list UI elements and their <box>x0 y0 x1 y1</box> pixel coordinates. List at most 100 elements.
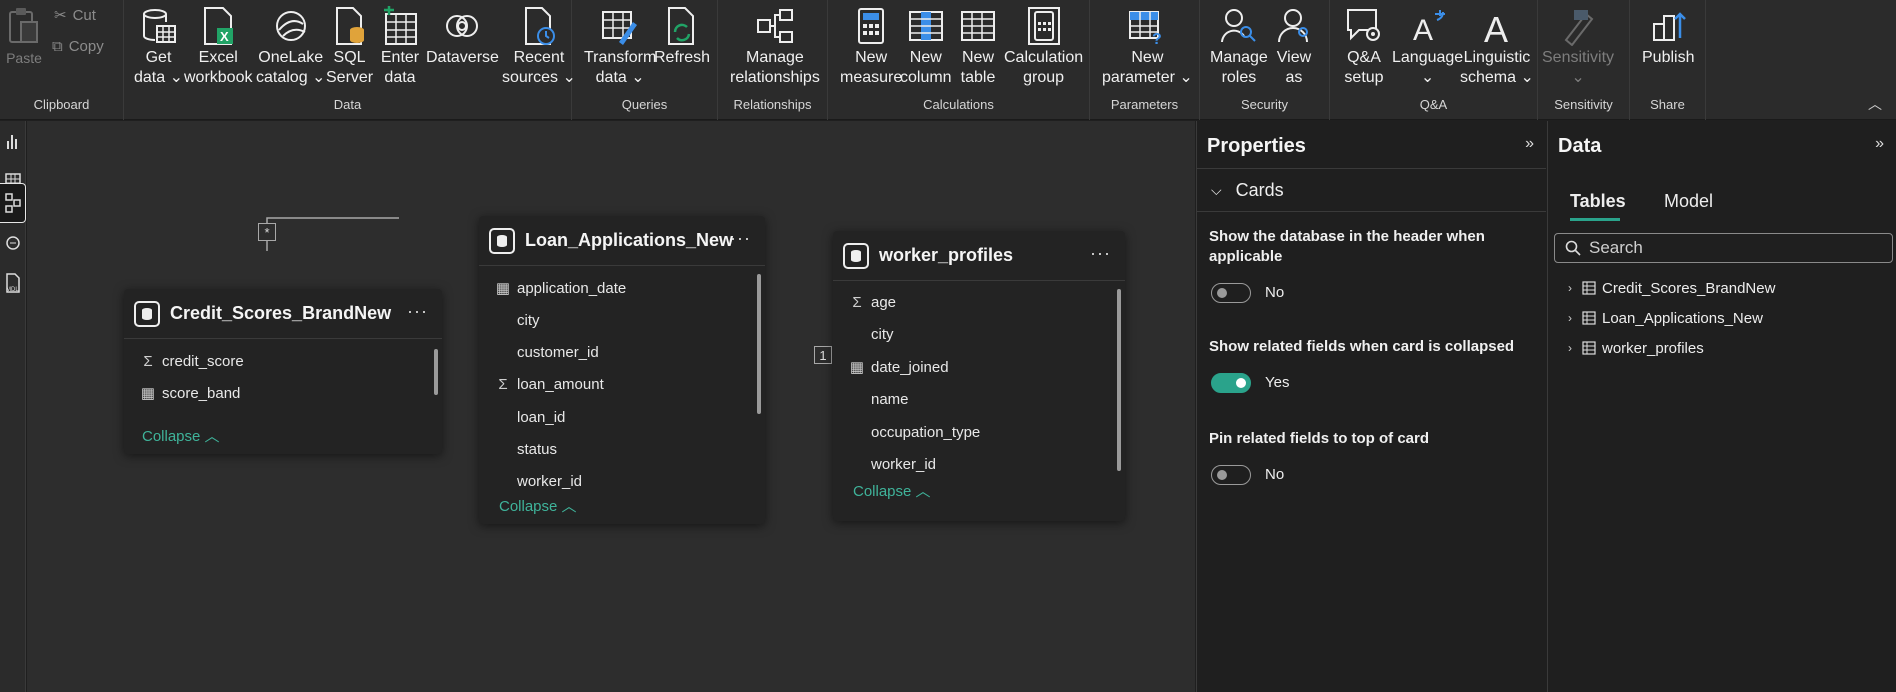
linguistic-schema-button[interactable]: A Linguistic schema ⌄ <box>1460 4 1534 88</box>
search-box[interactable] <box>1554 233 1893 263</box>
pin-related-toggle[interactable] <box>1211 465 1251 485</box>
dataverse-button[interactable]: Dataverse <box>426 4 499 68</box>
copy-button[interactable]: ⧉ Copy <box>52 38 104 55</box>
model-view-icon[interactable] <box>0 183 26 223</box>
card-scrollbar[interactable] <box>434 349 438 395</box>
excel-workbook-button[interactable]: X Excel workbook <box>184 4 252 88</box>
new-table-label-1: New <box>961 49 994 66</box>
collapse-pane-icon[interactable]: » <box>1875 135 1884 153</box>
manage-relationships-button[interactable]: Manage relationships <box>730 4 820 88</box>
tab-model[interactable]: Model <box>1664 191 1713 212</box>
publish-button[interactable]: Publish <box>1642 4 1694 68</box>
manage-roles-label-2: roles <box>1221 69 1257 86</box>
linguistic-label-1: Linguistic <box>1463 49 1531 66</box>
new-table-button[interactable]: New table <box>958 4 998 88</box>
table-card-worker-profiles[interactable]: worker_profiles ··· Σage city ▦ date_join… <box>833 231 1125 521</box>
new-column-button[interactable]: New column <box>900 4 952 88</box>
onelake-catalog-button[interactable]: OneLake catalog ⌄ <box>256 4 325 88</box>
field-row[interactable]: customer_id <box>479 336 765 368</box>
collapse-ribbon-icon[interactable]: ︿ <box>1868 94 1882 114</box>
enter-data-button[interactable]: Enter data <box>380 4 420 88</box>
search-input[interactable] <box>1589 238 1879 258</box>
manage-roles-button[interactable]: Manage roles <box>1210 4 1268 88</box>
transform-data-button[interactable]: Transform data ⌄ <box>584 4 656 88</box>
new-column-icon <box>906 4 946 48</box>
tree-item-label: Credit_Scores_BrandNew <box>1602 279 1776 297</box>
table-card-loan-applications[interactable]: Loan_Applications_New ··· ▦ application_d… <box>479 216 765 524</box>
field-row[interactable]: status <box>479 433 765 465</box>
get-data-button[interactable]: Get data ⌄ <box>134 4 183 88</box>
field-row[interactable]: Σage <box>833 286 1125 318</box>
field-row[interactable]: ▦ application_date <box>479 272 765 304</box>
sensitivity-button[interactable]: Sensitivity ⌄ <box>1542 4 1614 88</box>
table-card-header[interactable]: Loan_Applications_New ··· <box>479 216 765 266</box>
report-view-icon[interactable] <box>0 121 26 161</box>
field-row[interactable]: Σcredit_score <box>124 345 442 377</box>
calculator-icon <box>851 4 891 48</box>
tree-item-loan-applications[interactable]: › Loan_Applications_New <box>1568 306 1763 330</box>
language-button[interactable]: A Language ⌄ <box>1392 4 1463 88</box>
collapse-label: Collapse <box>499 498 558 515</box>
cut-button[interactable]: ✂ Cut <box>54 6 96 25</box>
more-options-icon[interactable]: ··· <box>730 228 751 249</box>
refresh-button[interactable]: Refresh <box>654 4 710 68</box>
field-name: status <box>517 440 558 458</box>
field-row[interactable]: city <box>479 304 765 336</box>
calendar-icon: ▦ <box>495 280 511 297</box>
sql-server-button[interactable]: SQL Server <box>326 4 373 88</box>
table-card-header[interactable]: Credit_Scores_BrandNew ··· <box>124 289 442 339</box>
manage-roles-icon <box>1219 4 1259 48</box>
field-row[interactable]: city <box>833 318 1125 350</box>
field-row[interactable]: worker_id <box>833 448 1125 480</box>
new-parameter-button[interactable]: ? New parameter ⌄ <box>1102 4 1193 88</box>
field-name: customer_id <box>517 343 599 361</box>
paste-button[interactable]: Paste <box>4 4 44 68</box>
show-database-state: No <box>1265 284 1285 301</box>
recent-sources-button[interactable]: Recent sources ⌄ <box>502 4 576 88</box>
tmdl-view-icon[interactable]: MDL <box>0 263 26 303</box>
onelake-icon <box>271 4 311 48</box>
show-database-toggle[interactable] <box>1211 283 1251 303</box>
relationships-icon <box>755 4 795 48</box>
cards-section-header[interactable]: ⌵ Cards <box>1197 168 1546 212</box>
card-scrollbar[interactable] <box>1117 289 1121 471</box>
share-group-label: Share <box>1650 97 1685 112</box>
view-as-button[interactable]: View as <box>1274 4 1314 88</box>
collapse-link[interactable]: Collapse ︿ <box>853 480 931 501</box>
collapse-link[interactable]: Collapse ︿ <box>499 495 577 516</box>
field-row[interactable]: worker_id <box>479 465 765 497</box>
new-column-label-1: New <box>909 49 942 66</box>
tab-tables[interactable]: Tables <box>1570 191 1626 212</box>
svg-text:X: X <box>220 29 229 44</box>
show-database-label: Show the database in the header when app… <box>1209 228 1485 265</box>
field-row[interactable]: ▦ date_joined <box>833 351 1125 383</box>
many-marker: * <box>258 223 276 241</box>
new-measure-button[interactable]: New measure <box>840 4 902 88</box>
field-row[interactable]: name <box>833 383 1125 415</box>
field-row[interactable]: occupation_type <box>833 416 1125 448</box>
dax-query-view-icon[interactable] <box>0 223 26 263</box>
share-group: Publish Share <box>1630 0 1706 120</box>
calc-column-icon: ▦ <box>140 385 156 402</box>
table-card-credit-scores[interactable]: Credit_Scores_BrandNew ··· Σcredit_score… <box>124 289 442 454</box>
table-card-header[interactable]: worker_profiles ··· <box>833 231 1125 281</box>
field-name: worker_id <box>517 472 583 490</box>
enter-data-label-2: data <box>384 69 416 86</box>
collapse-link[interactable]: Collapse ︿ <box>142 425 220 446</box>
model-canvas[interactable]: * * 1 1 * 1 Credit_Scores_BrandNew ··· Σ… <box>27 121 1195 692</box>
field-row[interactable]: ▦ score_band <box>124 377 442 409</box>
field-name: loan_amount <box>517 375 604 393</box>
qa-setup-button[interactable]: Q&A setup <box>1344 4 1384 88</box>
show-related-toggle[interactable] <box>1211 373 1251 393</box>
more-options-icon[interactable]: ··· <box>407 301 428 322</box>
collapse-pane-icon[interactable]: » <box>1525 135 1534 153</box>
field-row[interactable]: Σloan_amount <box>479 368 765 400</box>
calculation-group-button[interactable]: Calculation group <box>1004 4 1083 88</box>
tree-item-label: Loan_Applications_New <box>1602 309 1763 327</box>
field-row[interactable]: loan_id <box>479 401 765 433</box>
tree-item-credit-scores[interactable]: › Credit_Scores_BrandNew <box>1568 276 1775 300</box>
tree-item-worker-profiles[interactable]: › worker_profiles <box>1568 336 1704 360</box>
calculations-group: New measure New column New table Calculatio… <box>828 0 1090 120</box>
card-scrollbar[interactable] <box>757 274 761 414</box>
more-options-icon[interactable]: ··· <box>1090 243 1111 264</box>
